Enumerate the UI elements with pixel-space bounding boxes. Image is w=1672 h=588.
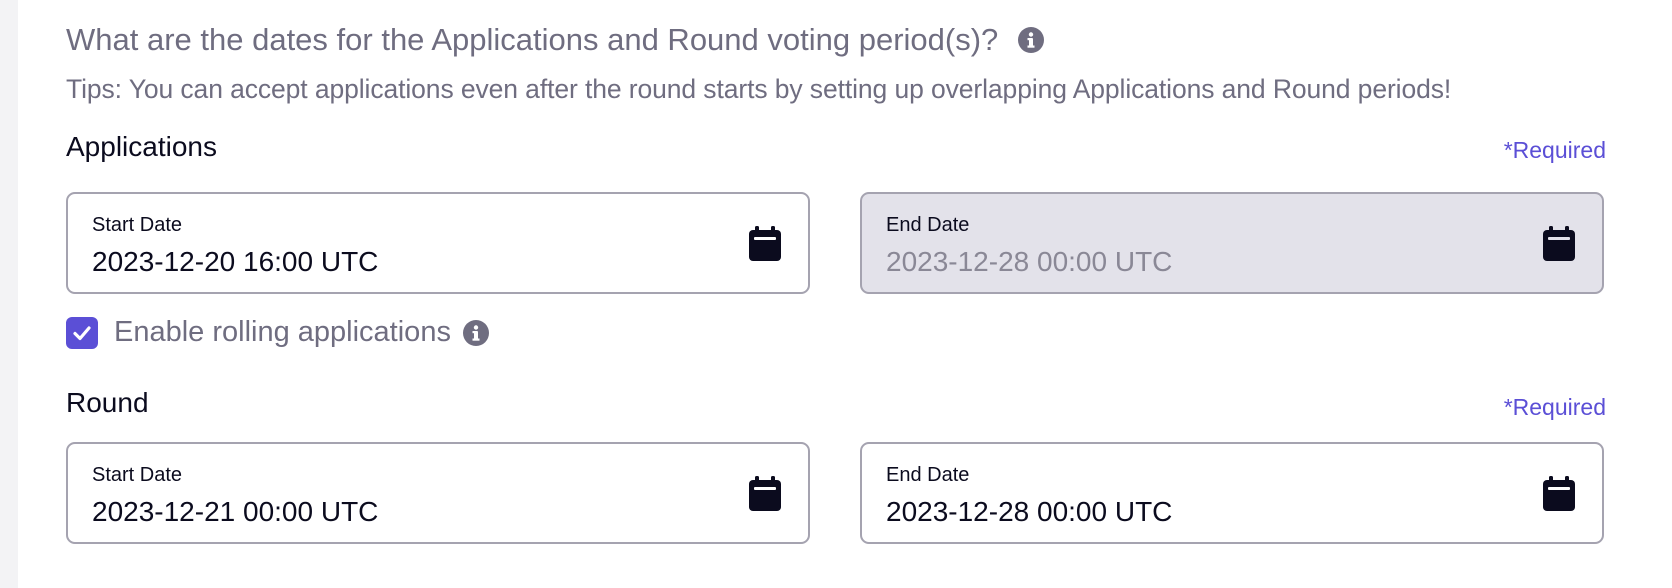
rolling-applications-label[interactable]: Enable rolling applications (114, 316, 451, 349)
calendar-icon[interactable] (748, 226, 782, 262)
form-panel: What are the dates for the Applications … (18, 0, 1672, 588)
tips-text: Tips: You can accept applications even a… (66, 74, 1452, 104)
info-icon[interactable] (462, 319, 489, 346)
check-icon (73, 325, 91, 340)
calendar-icon[interactable] (1542, 476, 1576, 512)
round-end-date-field[interactable]: End Date 2023-12-28 00:00 UTC (860, 442, 1604, 544)
applications-end-date-field: End Date 2023-12-28 00:00 UTC (860, 192, 1604, 294)
round-end-date-label: End Date (886, 464, 970, 486)
rolling-applications-checkbox[interactable] (66, 316, 98, 349)
applications-start-date-label: Start Date (92, 214, 183, 236)
round-start-date-field[interactable]: Start Date 2023-12-21 00:00 UTC (66, 442, 810, 544)
applications-required: *Required (1503, 137, 1606, 163)
rolling-applications-row: Enable rolling applications (66, 316, 489, 349)
applications-label: Applications (66, 131, 217, 162)
applications-start-date-value[interactable]: 2023-12-20 16:00 UTC (92, 246, 378, 278)
applications-end-date-label: End Date (886, 214, 970, 236)
calendar-icon[interactable] (748, 476, 782, 512)
round-start-date-label: Start Date (92, 464, 183, 486)
applications-end-date-value: 2023-12-28 00:00 UTC (886, 246, 1173, 277)
round-end-date-value[interactable]: 2023-12-28 00:00 UTC (886, 496, 1172, 528)
dates-question: What are the dates for the Applications … (66, 22, 1045, 58)
info-icon[interactable] (1018, 27, 1045, 53)
applications-start-date-field[interactable]: Start Date 2023-12-20 16:00 UTC (66, 192, 810, 294)
question-text: What are the dates for the Applications … (66, 22, 999, 57)
round-required: *Required (1503, 394, 1606, 420)
calendar-icon (1543, 226, 1575, 261)
round-label: Round (66, 387, 149, 418)
round-start-date-value[interactable]: 2023-12-21 00:00 UTC (92, 496, 378, 528)
